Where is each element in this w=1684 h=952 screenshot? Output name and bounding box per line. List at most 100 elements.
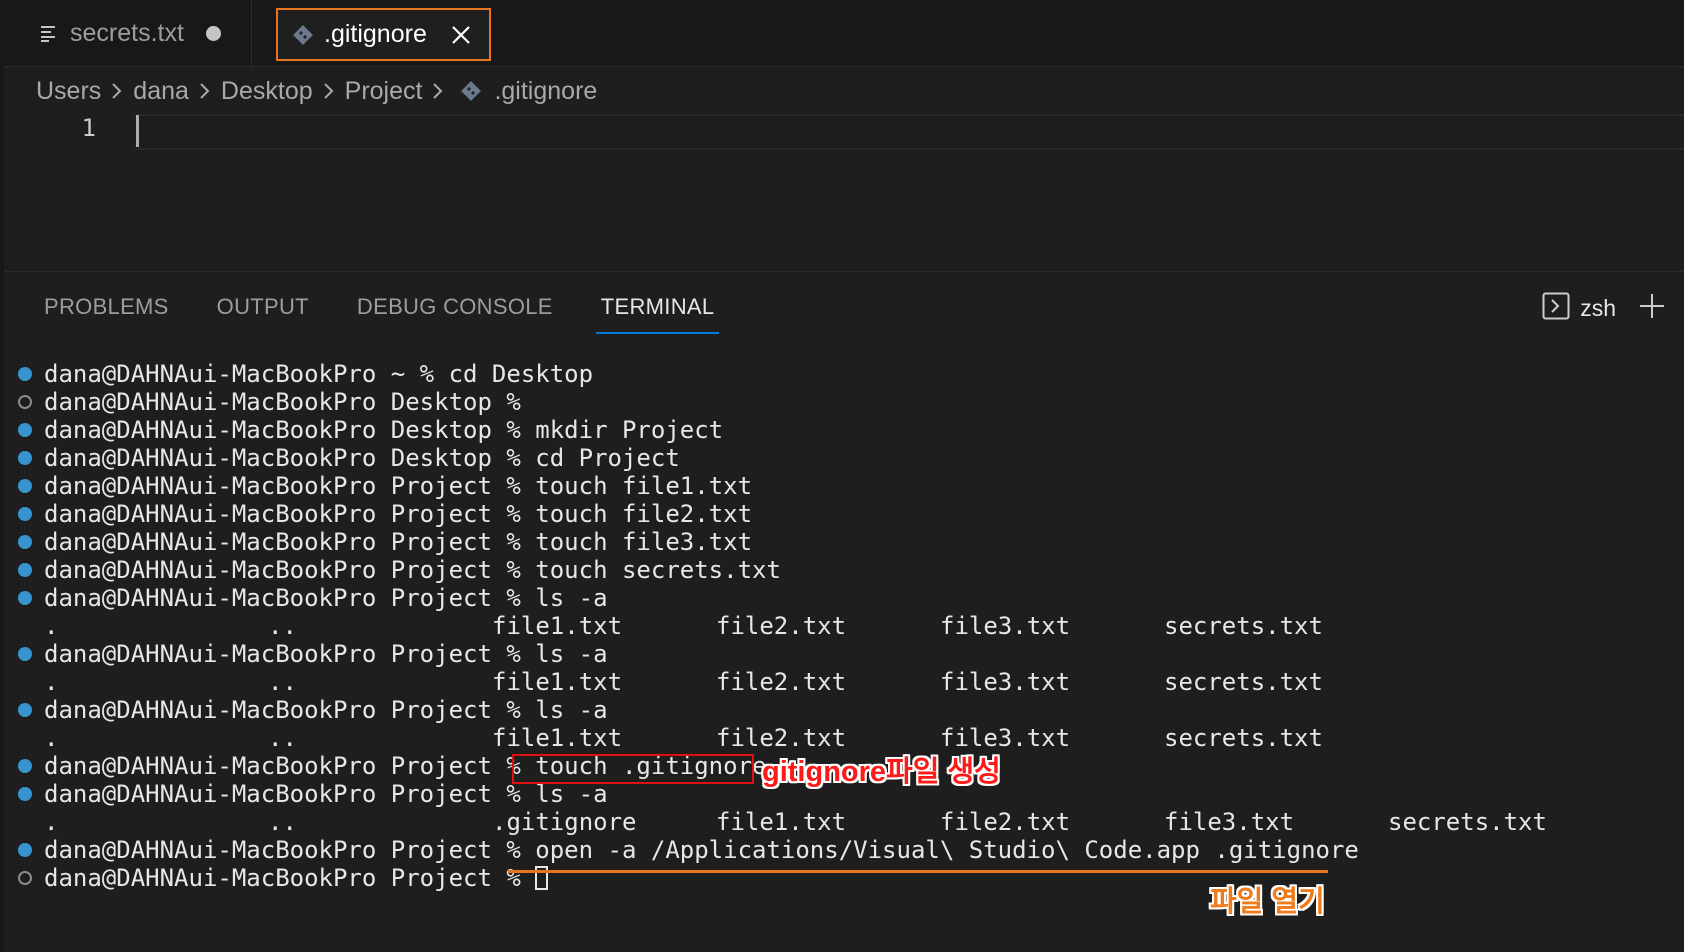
tab-label: secrets.txt xyxy=(70,18,184,47)
ls-entry: secrets.txt xyxy=(1164,668,1323,696)
editor-tab-bar: secrets.txt .gitignore xyxy=(0,0,1684,67)
git-diamond-icon xyxy=(460,80,482,102)
command-text: dana@DAHNAui-MacBookPro Project % xyxy=(44,864,549,892)
ls-entry: .. xyxy=(268,808,297,836)
command-status-icon[interactable] xyxy=(18,535,32,549)
command-text: dana@DAHNAui-MacBookPro Project % ls -a xyxy=(44,780,608,808)
modified-dot-icon[interactable] xyxy=(205,25,221,41)
terminal-command-line: dana@DAHNAui-MacBookPro Project % xyxy=(0,864,1684,892)
ls-entry: file1.txt xyxy=(492,724,623,752)
chevron-right-icon xyxy=(199,81,211,101)
text-caret xyxy=(136,115,139,147)
shell-name[interactable]: zsh xyxy=(1580,295,1616,322)
command-status-icon[interactable] xyxy=(18,479,32,493)
lines-icon xyxy=(38,22,60,44)
breadcrumb-item[interactable]: Project xyxy=(345,77,423,106)
tab-output[interactable]: OUTPUT xyxy=(217,290,309,334)
ls-entry: .. xyxy=(268,724,297,752)
command-status-icon[interactable] xyxy=(18,451,32,465)
command-text: dana@DAHNAui-MacBookPro Project % ls -a xyxy=(44,640,608,668)
annotation-create-label: gitignore파일 생성 xyxy=(762,756,1001,788)
ls-entry: file3.txt xyxy=(1164,808,1295,836)
command-text: dana@DAHNAui-MacBookPro Project % touch … xyxy=(44,556,781,584)
tab-label: .gitignore xyxy=(324,20,427,48)
ls-entry: secrets.txt xyxy=(1164,612,1323,640)
terminal-output-line: ... file1.txt file2.txt file3.txt secrets.tx… xyxy=(0,612,1684,640)
command-text: dana@DAHNAui-MacBookPro Project % ls -a xyxy=(44,584,608,612)
command-text: dana@DAHNAui-MacBookPro Project % touch … xyxy=(44,500,753,528)
current-line-highlight xyxy=(134,114,1684,150)
ls-entry: file3.txt xyxy=(940,668,1071,696)
breadcrumb-item[interactable]: Users xyxy=(36,77,101,106)
terminal-command-line: dana@DAHNAui-MacBookPro Project % ls -a xyxy=(0,584,1684,612)
command-status-icon[interactable] xyxy=(18,871,32,885)
command-status-icon[interactable] xyxy=(18,395,32,409)
terminal-output[interactable]: dana@DAHNAui-MacBookPro ~ % cd Desktop da… xyxy=(0,360,1684,892)
editor-line[interactable]: 1 xyxy=(0,112,1684,150)
terminal-command-line: dana@DAHNAui-MacBookPro Desktop % xyxy=(0,388,1684,416)
ls-entry: file3.txt xyxy=(940,612,1071,640)
new-terminal-plus-icon[interactable] xyxy=(1638,292,1666,325)
ls-entry: file1.txt xyxy=(492,668,623,696)
ls-entry: . xyxy=(44,612,59,640)
annotation-open-label: 파일 열기 xyxy=(1210,886,1325,918)
terminal-command-line: dana@DAHNAui-MacBookPro Project % touch … xyxy=(0,556,1684,584)
ls-entry: .. xyxy=(268,612,297,640)
breadcrumb-item-current[interactable]: .gitignore xyxy=(494,77,597,106)
command-status-icon[interactable] xyxy=(18,563,32,577)
ls-entry: file2.txt xyxy=(940,808,1071,836)
terminal-output-line: ... file1.txt file2.txt file3.txt secrets.tx… xyxy=(0,668,1684,696)
annotation-highlight-box xyxy=(512,754,754,784)
command-text: dana@DAHNAui-MacBookPro Project % touch … xyxy=(44,528,753,556)
tab-terminal[interactable]: TERMINAL xyxy=(595,290,720,334)
command-text: dana@DAHNAui-MacBookPro Project % ls -a xyxy=(44,696,608,724)
tab-problems[interactable]: PROBLEMS xyxy=(44,290,169,334)
ls-entry: file1.txt xyxy=(716,808,847,836)
command-status-icon[interactable] xyxy=(18,843,32,857)
command-text: dana@DAHNAui-MacBookPro Project % touch … xyxy=(44,472,753,500)
command-status-icon[interactable] xyxy=(18,591,32,605)
terminal-command-line: dana@DAHNAui-MacBookPro Project % touch … xyxy=(0,528,1684,556)
terminal-output-line: ... .gitignore file1.txt file2.txt file3.txt… xyxy=(0,808,1684,836)
terminal-command-line: dana@DAHNAui-MacBookPro Desktop % cd Pro… xyxy=(0,444,1684,472)
command-text: dana@DAHNAui-MacBookPro Project % open -… xyxy=(44,836,1359,864)
command-status-icon[interactable] xyxy=(18,787,32,801)
chevron-right-icon xyxy=(111,81,123,101)
ls-entry: secrets.txt xyxy=(1164,724,1323,752)
ls-entry: secrets.txt xyxy=(1388,808,1547,836)
ls-entry: . xyxy=(44,668,59,696)
panel-tabs: PROBLEMS OUTPUT DEBUG CONSOLE TERMINAL xyxy=(44,290,762,334)
terminal-command-line: dana@DAHNAui-MacBookPro ~ % cd Desktop xyxy=(0,360,1684,388)
chevron-right-icon xyxy=(323,81,335,101)
terminal-command-line: dana@DAHNAui-MacBookPro Desktop % mkdir … xyxy=(0,416,1684,444)
ls-entry: .gitignore xyxy=(492,808,637,836)
terminal-command-line: dana@DAHNAui-MacBookPro Project % ls -a xyxy=(0,640,1684,668)
terminal-command-line: dana@DAHNAui-MacBookPro Project % touch … xyxy=(0,500,1684,528)
line-number: 1 xyxy=(81,114,96,142)
command-status-icon[interactable] xyxy=(18,759,32,773)
ls-entry: .. xyxy=(268,668,297,696)
breadcrumb-item[interactable]: dana xyxy=(133,77,189,106)
command-status-icon[interactable] xyxy=(18,647,32,661)
command-text: dana@DAHNAui-MacBookPro Desktop % mkdir … xyxy=(44,416,724,444)
command-text: dana@DAHNAui-MacBookPro ~ % cd Desktop xyxy=(44,360,594,388)
ls-entry: . xyxy=(44,724,59,752)
close-icon[interactable] xyxy=(451,25,471,45)
tab-debug-console[interactable]: DEBUG CONSOLE xyxy=(357,290,553,334)
tab-gitignore[interactable]: .gitignore xyxy=(276,8,491,61)
command-status-icon[interactable] xyxy=(18,423,32,437)
breadcrumb-item[interactable]: Desktop xyxy=(221,77,313,106)
ls-entry: file2.txt xyxy=(716,668,847,696)
terminal-icon[interactable] xyxy=(1542,292,1570,325)
command-status-icon[interactable] xyxy=(18,703,32,717)
breadcrumb: Users dana Desktop Project .gitignore xyxy=(36,72,597,110)
command-status-icon[interactable] xyxy=(18,507,32,521)
terminal-command-line: dana@DAHNAui-MacBookPro Project % ls -a xyxy=(0,696,1684,724)
chevron-right-icon xyxy=(432,81,444,101)
panel-actions: zsh xyxy=(1542,290,1666,326)
ls-entry: file2.txt xyxy=(716,612,847,640)
panel-border xyxy=(4,271,1684,272)
command-status-icon[interactable] xyxy=(18,367,32,381)
command-text: dana@DAHNAui-MacBookPro Desktop % cd Pro… xyxy=(44,444,680,472)
tab-secrets-txt[interactable]: secrets.txt xyxy=(4,0,252,66)
